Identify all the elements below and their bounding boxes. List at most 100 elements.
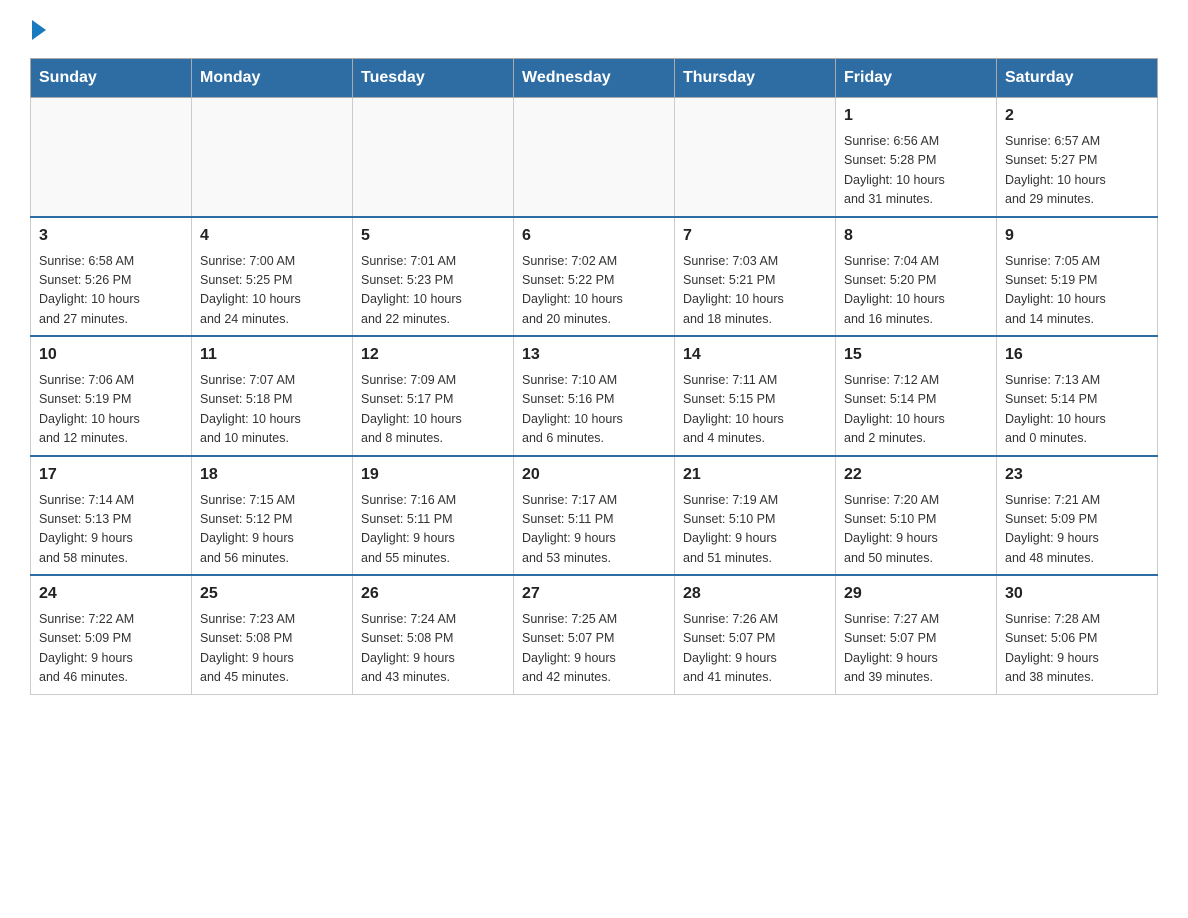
logo-arrow-icon (32, 20, 46, 40)
calendar-day-cell: 13Sunrise: 7:10 AMSunset: 5:16 PMDayligh… (514, 336, 675, 456)
day-number: 16 (1005, 343, 1149, 367)
calendar-table: SundayMondayTuesdayWednesdayThursdayFrid… (30, 58, 1158, 695)
day-number: 9 (1005, 224, 1149, 248)
day-info: Sunrise: 7:26 AMSunset: 5:07 PMDaylight:… (683, 610, 827, 688)
calendar-day-cell: 18 Sunrise: 7:15 AMSunset: 5:12 PMDayligh… (192, 456, 353, 576)
calendar-day-cell (192, 98, 353, 217)
day-info: Sunrise: 7:07 AMSunset: 5:18 PMDaylight:… (200, 371, 344, 449)
calendar-day-cell: 20 Sunrise: 7:17 AMSunset: 5:11 PMDayligh… (514, 456, 675, 576)
day-number: 27 (522, 582, 666, 606)
calendar-day-cell: 22 Sunrise: 7:20 AMSunset: 5:10 PMDayligh… (836, 456, 997, 576)
day-info: Sunrise: 7:09 AMSunset: 5:17 PMDaylight:… (361, 371, 505, 449)
day-number: 11 (200, 343, 344, 367)
day-info: Sunrise: 7:15 AMSunset: 5:12 PMDaylight:… (200, 491, 344, 569)
calendar-day-cell: 10 Sunrise: 7:06 AMSunset: 5:19 PMDayligh… (31, 336, 192, 456)
calendar-day-cell: 14 Sunrise: 7:11 AMSunset: 5:15 PMDayligh… (675, 336, 836, 456)
calendar-day-cell: 29 Sunrise: 7:27 AMSunset: 5:07 PMDayligh… (836, 575, 997, 694)
weekday-header-friday: Friday (836, 59, 997, 98)
calendar-day-cell: 11 Sunrise: 7:07 AMSunset: 5:18 PMDayligh… (192, 336, 353, 456)
day-info: Sunrise: 7:01 AMSunset: 5:23 PMDaylight:… (361, 252, 505, 330)
calendar-day-cell: 3 Sunrise: 6:58 AMSunset: 5:26 PMDaylight… (31, 217, 192, 337)
day-number: 30 (1005, 582, 1149, 606)
calendar-day-cell: 5 Sunrise: 7:01 AMSunset: 5:23 PMDaylight… (353, 217, 514, 337)
day-info: Sunrise: 7:22 AMSunset: 5:09 PMDaylight:… (39, 610, 183, 688)
day-number: 15 (844, 343, 988, 367)
day-number: 6 (522, 224, 666, 248)
day-number: 2 (1005, 104, 1149, 128)
day-info: Sunrise: 7:12 AMSunset: 5:14 PMDaylight:… (844, 371, 988, 449)
calendar-week-row: 10 Sunrise: 7:06 AMSunset: 5:19 PMDayligh… (31, 336, 1158, 456)
day-number: 3 (39, 224, 183, 248)
day-number: 29 (844, 582, 988, 606)
calendar-week-row: 24 Sunrise: 7:22 AMSunset: 5:09 PMDayligh… (31, 575, 1158, 694)
day-info: Sunrise: 7:17 AMSunset: 5:11 PMDaylight:… (522, 491, 666, 569)
day-number: 20 (522, 463, 666, 487)
calendar-day-cell: 1Sunrise: 6:56 AMSunset: 5:28 PMDaylight… (836, 98, 997, 217)
calendar-week-row: 17Sunrise: 7:14 AMSunset: 5:13 PMDayligh… (31, 456, 1158, 576)
day-number: 8 (844, 224, 988, 248)
day-number: 5 (361, 224, 505, 248)
day-info: Sunrise: 7:02 AMSunset: 5:22 PMDaylight:… (522, 252, 666, 330)
day-info: Sunrise: 7:06 AMSunset: 5:19 PMDaylight:… (39, 371, 183, 449)
day-info: Sunrise: 7:16 AMSunset: 5:11 PMDaylight:… (361, 491, 505, 569)
day-number: 25 (200, 582, 344, 606)
calendar-day-cell: 28 Sunrise: 7:26 AMSunset: 5:07 PMDayligh… (675, 575, 836, 694)
day-info: Sunrise: 7:24 AMSunset: 5:08 PMDaylight:… (361, 610, 505, 688)
day-number: 21 (683, 463, 827, 487)
weekday-header-thursday: Thursday (675, 59, 836, 98)
day-info: Sunrise: 7:05 AMSunset: 5:19 PMDaylight:… (1005, 252, 1149, 330)
calendar-day-cell: 25 Sunrise: 7:23 AMSunset: 5:08 PMDayligh… (192, 575, 353, 694)
calendar-day-cell: 9 Sunrise: 7:05 AMSunset: 5:19 PMDaylight… (997, 217, 1158, 337)
calendar-day-cell: 27 Sunrise: 7:25 AMSunset: 5:07 PMDayligh… (514, 575, 675, 694)
day-info: Sunrise: 7:25 AMSunset: 5:07 PMDaylight:… (522, 610, 666, 688)
day-info: Sunrise: 7:27 AMSunset: 5:07 PMDaylight:… (844, 610, 988, 688)
weekday-header-sunday: Sunday (31, 59, 192, 98)
day-info: Sunrise: 7:13 AMSunset: 5:14 PMDaylight:… (1005, 371, 1149, 449)
day-number: 26 (361, 582, 505, 606)
day-info: Sunrise: 7:21 AMSunset: 5:09 PMDaylight:… (1005, 491, 1149, 569)
calendar-day-cell: 23 Sunrise: 7:21 AMSunset: 5:09 PMDayligh… (997, 456, 1158, 576)
calendar-day-cell: 12 Sunrise: 7:09 AMSunset: 5:17 PMDayligh… (353, 336, 514, 456)
calendar-day-cell: 8 Sunrise: 7:04 AMSunset: 5:20 PMDaylight… (836, 217, 997, 337)
weekday-header-tuesday: Tuesday (353, 59, 514, 98)
day-info: Sunrise: 6:57 AMSunset: 5:27 PMDaylight:… (1005, 132, 1149, 210)
day-number: 28 (683, 582, 827, 606)
day-number: 18 (200, 463, 344, 487)
day-info: Sunrise: 7:04 AMSunset: 5:20 PMDaylight:… (844, 252, 988, 330)
calendar-day-cell: 4Sunrise: 7:00 AMSunset: 5:25 PMDaylight… (192, 217, 353, 337)
day-number: 24 (39, 582, 183, 606)
calendar-day-cell: 24 Sunrise: 7:22 AMSunset: 5:09 PMDayligh… (31, 575, 192, 694)
calendar-day-cell: 2 Sunrise: 6:57 AMSunset: 5:27 PMDaylight… (997, 98, 1158, 217)
day-info: Sunrise: 7:19 AMSunset: 5:10 PMDaylight:… (683, 491, 827, 569)
calendar-day-cell: 19 Sunrise: 7:16 AMSunset: 5:11 PMDayligh… (353, 456, 514, 576)
calendar-day-cell: 6 Sunrise: 7:02 AMSunset: 5:22 PMDaylight… (514, 217, 675, 337)
calendar-day-cell (675, 98, 836, 217)
logo (30, 20, 48, 40)
day-number: 1 (844, 104, 988, 128)
day-info: Sunrise: 7:11 AMSunset: 5:15 PMDaylight:… (683, 371, 827, 449)
weekday-header-saturday: Saturday (997, 59, 1158, 98)
weekday-header-monday: Monday (192, 59, 353, 98)
calendar-week-row: 3 Sunrise: 6:58 AMSunset: 5:26 PMDaylight… (31, 217, 1158, 337)
calendar-day-cell (353, 98, 514, 217)
weekday-header-wednesday: Wednesday (514, 59, 675, 98)
day-info: Sunrise: 7:23 AMSunset: 5:08 PMDaylight:… (200, 610, 344, 688)
day-info: Sunrise: 7:14 AMSunset: 5:13 PMDaylight:… (39, 491, 183, 569)
day-number: 19 (361, 463, 505, 487)
day-info: Sunrise: 7:28 AMSunset: 5:06 PMDaylight:… (1005, 610, 1149, 688)
day-number: 10 (39, 343, 183, 367)
day-number: 14 (683, 343, 827, 367)
calendar-day-cell: 17Sunrise: 7:14 AMSunset: 5:13 PMDayligh… (31, 456, 192, 576)
calendar-day-cell: 15 Sunrise: 7:12 AMSunset: 5:14 PMDayligh… (836, 336, 997, 456)
calendar-day-cell: 21 Sunrise: 7:19 AMSunset: 5:10 PMDayligh… (675, 456, 836, 576)
day-info: Sunrise: 6:58 AMSunset: 5:26 PMDaylight:… (39, 252, 183, 330)
page-header (30, 20, 1158, 40)
day-number: 13 (522, 343, 666, 367)
day-info: Sunrise: 7:20 AMSunset: 5:10 PMDaylight:… (844, 491, 988, 569)
calendar-day-cell (514, 98, 675, 217)
calendar-day-cell: 7Sunrise: 7:03 AMSunset: 5:21 PMDaylight… (675, 217, 836, 337)
day-number: 23 (1005, 463, 1149, 487)
day-number: 12 (361, 343, 505, 367)
day-number: 22 (844, 463, 988, 487)
calendar-day-cell: 30 Sunrise: 7:28 AMSunset: 5:06 PMDayligh… (997, 575, 1158, 694)
